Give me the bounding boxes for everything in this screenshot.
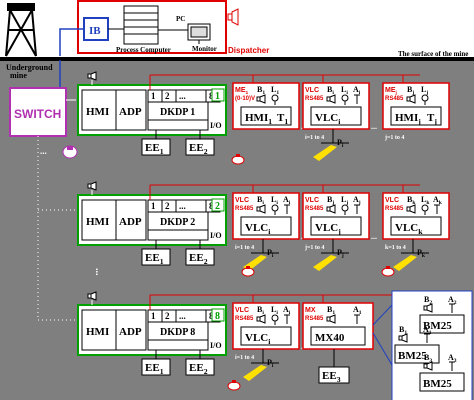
bus-label: RS485 bbox=[385, 96, 404, 102]
port-label: ... bbox=[179, 91, 186, 101]
adp-label: ADP bbox=[119, 326, 142, 338]
bus-label: RS485 bbox=[235, 206, 254, 212]
cap-lamp-icon bbox=[62, 145, 78, 159]
dkdp-label: DKDP 8 bbox=[160, 327, 195, 338]
device-index-note: j=1 to 4 bbox=[304, 245, 324, 251]
monitor-label: Monitor bbox=[192, 45, 217, 53]
device-tag: VLC bbox=[305, 197, 319, 204]
bus-label: RS485 bbox=[305, 96, 324, 102]
bm25-label: BM25 bbox=[398, 350, 427, 362]
hmi-label: HMI bbox=[86, 106, 109, 118]
unit-number: 8 bbox=[215, 311, 220, 322]
bus-label: RS485 bbox=[305, 316, 324, 322]
bus-label: RS485 bbox=[235, 316, 254, 322]
port-label: 2 bbox=[165, 91, 170, 101]
process-computer-label: Process Computer bbox=[116, 46, 171, 54]
unit-dots: ... bbox=[93, 268, 104, 276]
dkdp-base bbox=[147, 119, 209, 131]
port-label: 2 bbox=[165, 311, 170, 321]
adp-label: ADP bbox=[119, 216, 142, 228]
device-dots: ... bbox=[371, 122, 377, 131]
process-computer-icon bbox=[123, 5, 159, 45]
port-label: ... bbox=[179, 311, 186, 321]
device-tag: VLC bbox=[305, 87, 319, 94]
device-index-note: i=1 to 4 bbox=[235, 245, 254, 251]
ib-label: IB bbox=[89, 25, 101, 37]
surface-caption: The surface of the mine bbox=[398, 50, 468, 58]
device-tag: VLC bbox=[235, 197, 249, 204]
bm25-label: BM25 bbox=[423, 378, 452, 390]
hmi-label: HMI bbox=[86, 326, 109, 338]
device-main-label: HMI1 bbox=[245, 112, 272, 126]
dkdp-label: DKDP 1 bbox=[160, 107, 195, 118]
port-label: 1 bbox=[151, 201, 156, 211]
device-index-note: i=1 to 4 bbox=[305, 135, 324, 141]
device-main-label: VLCj bbox=[315, 222, 341, 236]
pc-label: PC bbox=[176, 15, 185, 23]
speaker-icon bbox=[227, 8, 239, 26]
device-tag: VLC bbox=[235, 307, 249, 314]
bus-label: RS485 bbox=[385, 206, 404, 212]
device-main-label: VLCi bbox=[315, 112, 341, 126]
switch-label: SWITCH bbox=[14, 107, 61, 121]
diagram-canvas: Underground mine The surface of the mine… bbox=[0, 0, 474, 400]
device-tag: VLC bbox=[385, 197, 399, 204]
device-tag: MX bbox=[305, 307, 316, 314]
device-main-label: HMIj bbox=[395, 112, 421, 126]
unit-number: 2 bbox=[215, 201, 220, 212]
dispatcher-label: Dispatcher bbox=[228, 46, 269, 55]
device-index-note: i=1 to 4 bbox=[235, 355, 254, 361]
adp-label: ADP bbox=[119, 106, 142, 118]
underground-caption-mine: mine bbox=[10, 71, 27, 80]
trunk-dots: ... bbox=[40, 146, 47, 156]
device-dots: ... bbox=[371, 232, 377, 241]
io-label: I/O bbox=[210, 341, 222, 350]
device-index-note: j=1 to 4 bbox=[384, 135, 404, 141]
hmi-label: HMI bbox=[86, 216, 109, 228]
port-label: 1 bbox=[151, 91, 156, 101]
dkdp-base bbox=[147, 339, 209, 351]
unit-number: 1 bbox=[215, 91, 220, 102]
port-label: 1 bbox=[151, 311, 156, 321]
dkdp-base bbox=[147, 229, 209, 241]
bus-label: RS485 bbox=[305, 206, 324, 212]
mine-communication-diagram: Underground mine The surface of the mine… bbox=[0, 0, 474, 400]
bus-label: (0-10)V bbox=[235, 96, 255, 102]
device-main-label: MX40 bbox=[315, 332, 345, 344]
headframe-icon bbox=[5, 3, 37, 57]
device-index-note: k=1 to 4 bbox=[385, 245, 406, 251]
io-label: I/O bbox=[210, 231, 222, 240]
dkdp-label: DKDP 2 bbox=[160, 217, 195, 228]
port-label: ... bbox=[179, 201, 186, 211]
port-label: 2 bbox=[165, 201, 170, 211]
device-main-label: VLCi bbox=[245, 222, 271, 236]
device-main-label: VLCi bbox=[245, 332, 271, 346]
io-label: I/O bbox=[210, 121, 222, 130]
